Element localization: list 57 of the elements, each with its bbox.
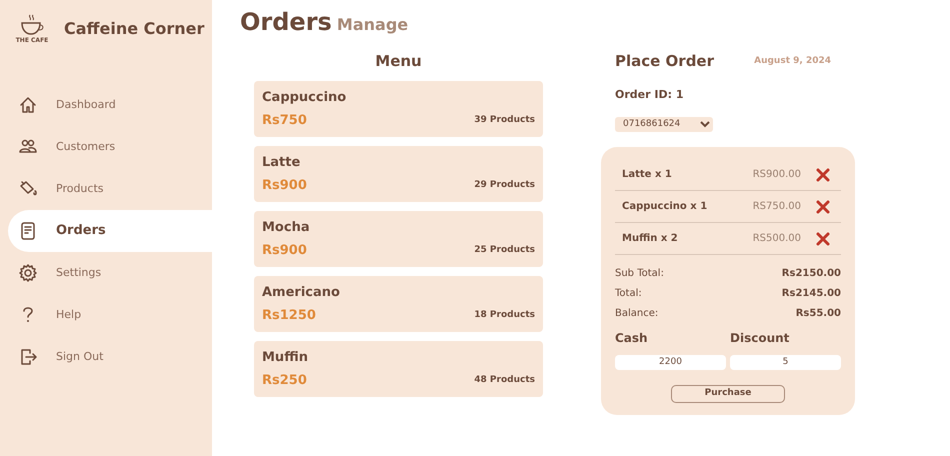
item-name: Cappuccino <box>262 88 348 106</box>
item-price: Rs750 <box>262 112 307 130</box>
order-line-item: Latte x 1 <box>622 168 673 182</box>
cash-field[interactable]: 2200 <box>615 354 726 370</box>
item-price: Rs1250 <box>262 307 316 325</box>
total-value: Rs2145.00 <box>782 286 841 300</box>
sidebar-item[interactable]: Products <box>0 168 212 210</box>
sidebar-item[interactable]: Settings <box>0 252 212 294</box>
sidebar-item[interactable]: Dashboard <box>0 84 212 126</box>
remove-icon[interactable] <box>815 230 831 246</box>
remove-icon[interactable] <box>815 198 831 214</box>
gear-icon <box>18 263 38 283</box>
menu-item-card[interactable]: Cappuccino Rs750 39 Products <box>254 80 543 136</box>
item-price: Rs250 <box>262 372 307 390</box>
order-line-item: Cappuccino x 1 <box>622 200 708 214</box>
cash-label: Cash <box>615 330 649 347</box>
total-label: Sub Total: <box>615 266 664 280</box>
item-name: Americano <box>262 284 341 302</box>
order-date: August 9, 2024 <box>754 54 831 68</box>
item-name: Latte <box>262 154 302 172</box>
brand-name: Caffeine Corner <box>64 18 204 40</box>
item-name: Mocha <box>262 218 311 236</box>
customer-select[interactable]: 0716861624 <box>615 116 713 132</box>
total-value: Rs2150.00 <box>782 266 841 280</box>
line-amount: RS750.00 <box>752 200 801 214</box>
item-name: Muffin <box>262 348 309 366</box>
stock-count: 48 Products <box>474 374 535 387</box>
order-id: Order ID: 1 <box>615 86 684 102</box>
remove-icon[interactable] <box>815 166 831 182</box>
menu-item-card[interactable]: Muffin Rs250 48 Products <box>254 340 543 396</box>
sidebar-item[interactable]: Sign Out <box>0 336 212 378</box>
order-line-item: Muffin x 2 <box>622 232 679 246</box>
page-subtitle: Manage <box>336 15 408 34</box>
stock-count: 29 Products <box>474 179 535 192</box>
menu-item-card[interactable]: Latte Rs900 29 Products <box>254 146 543 202</box>
sidebar-item[interactable]: Help <box>0 294 212 336</box>
purchase-button[interactable]: Purchase <box>671 385 785 403</box>
line-amount: RS900.00 <box>752 168 801 182</box>
item-price: Rs900 <box>262 177 307 195</box>
item-price: Rs900 <box>262 242 307 260</box>
sidebar-item[interactable]: Orders <box>8 210 212 252</box>
page-title: Orders <box>240 8 332 36</box>
stock-count: 39 Products <box>474 114 535 127</box>
place-order-heading: Place Order <box>615 51 714 72</box>
stock-count: 25 Products <box>474 244 535 257</box>
sidebar-item[interactable]: Customers <box>0 126 212 168</box>
discount-label: Discount <box>730 330 790 347</box>
menu-item-card[interactable]: Mocha Rs900 25 Products <box>254 210 543 266</box>
total-label: Total: <box>615 286 642 300</box>
total-value: Rs55.00 <box>796 306 841 320</box>
stock-count: 18 Products <box>474 309 535 322</box>
total-label: Balance: <box>615 306 658 320</box>
menu-item-card[interactable]: Americano Rs1250 18 Products <box>254 276 543 332</box>
menu-heading: Menu <box>374 51 423 72</box>
line-amount: RS500.00 <box>752 232 801 246</box>
discount-field[interactable]: 5 <box>730 354 841 370</box>
home-icon <box>18 95 38 115</box>
